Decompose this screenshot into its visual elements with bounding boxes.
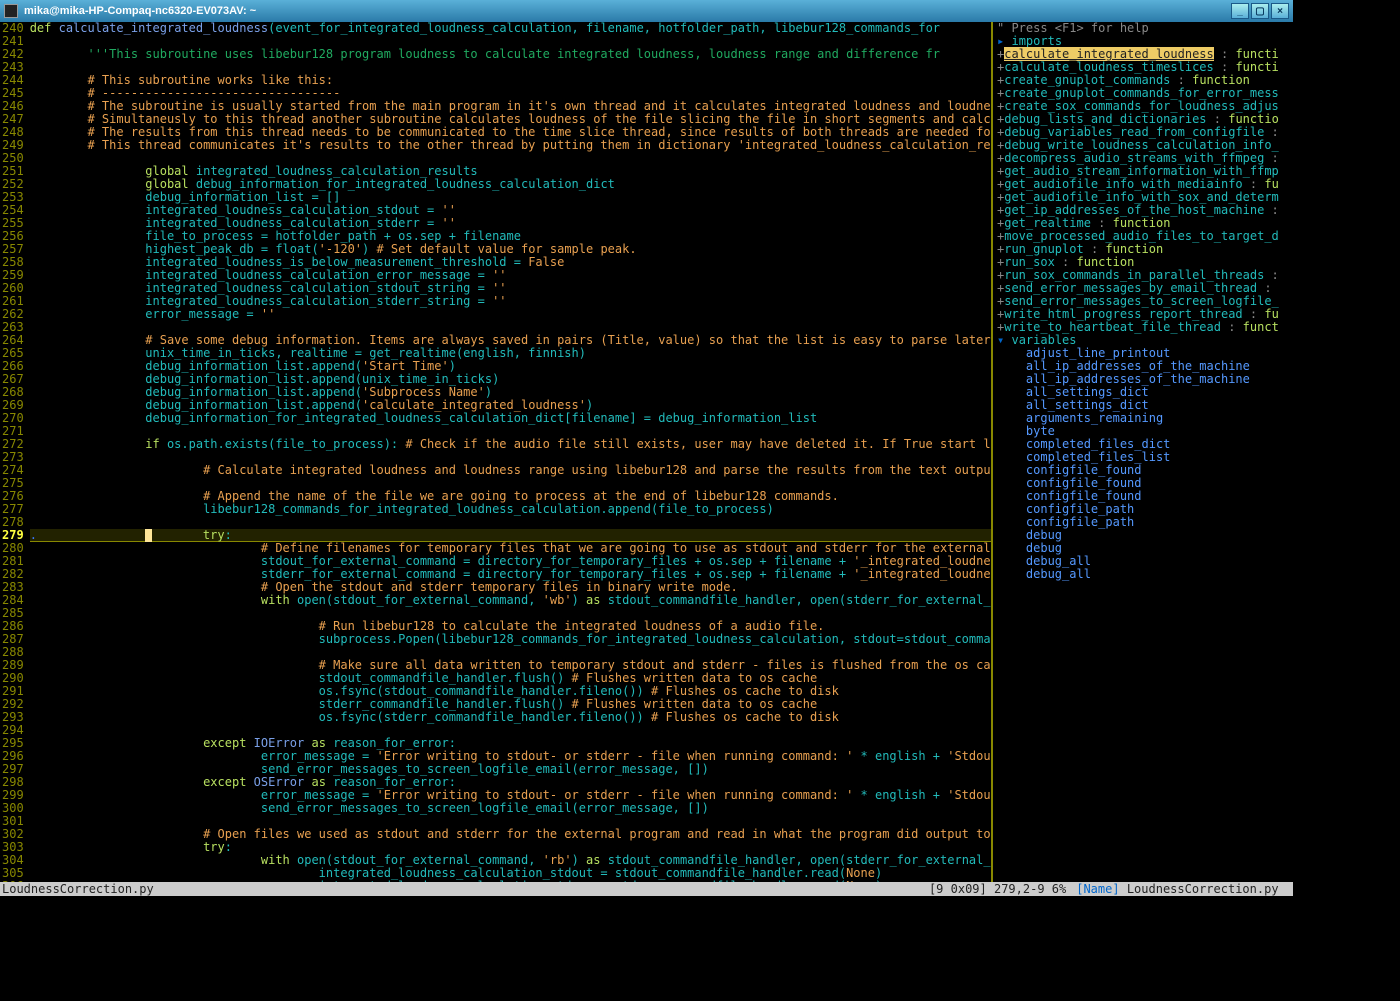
code-pane[interactable]: 2402412422432442452462472482492502512522… [0,22,991,882]
status-name: [Name] LoudnessCorrection.py [1076,882,1293,896]
editor-area: 2402412422432442452462472482492502512522… [0,22,1293,882]
status-bar: LoudnessCorrection.py [9 0x09] 279,2-9 6… [0,882,1293,896]
close-button[interactable]: × [1271,3,1289,19]
titlebar[interactable]: mika@mika-HP-Compaq-nc6320-EV073AV: ~ _ … [0,0,1293,22]
outline-pane[interactable]: " Press <F1> for help▸ imports+calculate… [993,22,1293,882]
window-title: mika@mika-HP-Compaq-nc6320-EV073AV: ~ [24,5,1231,17]
app-icon [4,4,18,18]
maximize-button[interactable]: ▢ [1251,3,1269,19]
status-pos: [9 0x09] 279,2-9 6% [919,882,1076,896]
line-gutter: 2402412422432442452462472482492502512522… [0,22,30,882]
status-file: LoudnessCorrection.py [0,882,919,896]
minimize-button[interactable]: _ [1231,3,1249,19]
code-body[interactable]: def calculate_integrated_loudness(event_… [30,22,991,882]
window-buttons: _ ▢ × [1231,3,1289,19]
terminal-window: mika@mika-HP-Compaq-nc6320-EV073AV: ~ _ … [0,0,1293,896]
